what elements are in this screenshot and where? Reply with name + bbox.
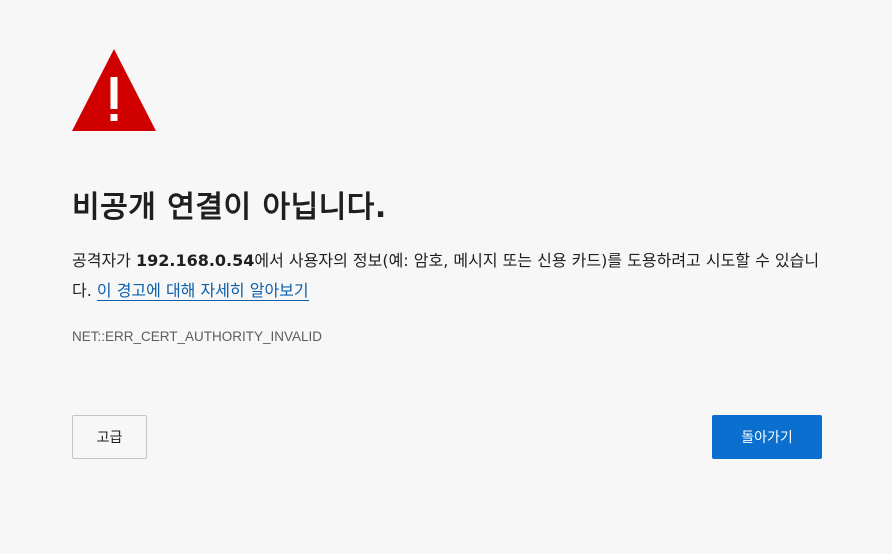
host-address: 192.168.0.54: [135, 251, 255, 270]
warning-triangle-icon: [72, 49, 156, 131]
advanced-button-label: 고급: [96, 430, 123, 446]
error-code: NET::ERR_CERT_AUTHORITY_INVALID: [72, 329, 323, 344]
message-prefix: 공격자가: [72, 251, 136, 270]
learn-more-link[interactable]: 이 경고에 대해 자세히 알아보기: [96, 281, 309, 301]
advanced-button[interactable]: 고급: [72, 415, 147, 459]
go-back-button-label: 돌아가기: [741, 430, 793, 446]
page-title: 비공개 연결이 아닙니다.: [72, 190, 387, 225]
warning-message: 공격자가 192.168.0.54에서 사용자의 정보(예: 암호, 메시지 또…: [72, 246, 832, 306]
go-back-button[interactable]: 돌아가기: [712, 415, 822, 459]
error-page: 비공개 연결이 아닙니다. 공격자가 192.168.0.54에서 사용자의 정…: [0, 0, 892, 554]
